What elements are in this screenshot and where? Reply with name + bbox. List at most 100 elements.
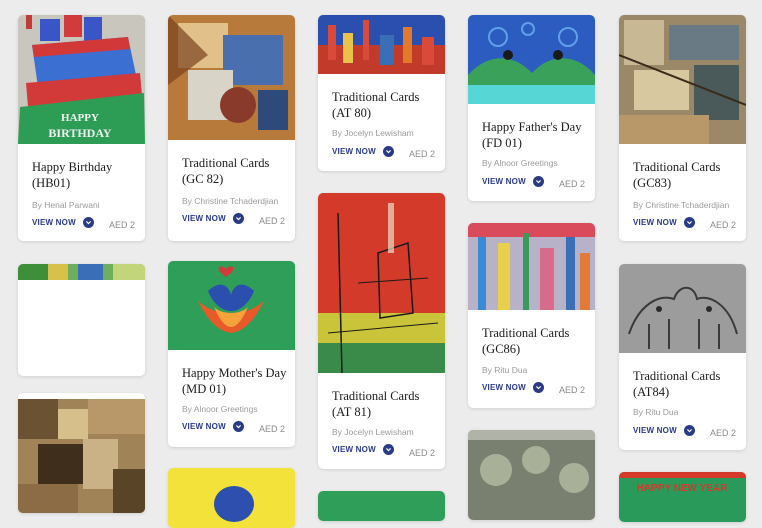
view-now-link[interactable]: VIEW NOW (182, 213, 244, 224)
card-title[interactable]: Happy Mother's Day (MD 01) (182, 365, 290, 397)
card-thumbnail[interactable] (619, 264, 746, 353)
artwork-new-year-text: HAPPY NEW YEAR (637, 483, 729, 494)
birthday-cake-artwork: HAPPY BIRTHDAY (18, 15, 145, 144)
product-card-partial-yellow[interactable] (168, 468, 295, 528)
streaked-artwork (468, 223, 595, 310)
product-card-partial-grey[interactable] (468, 430, 595, 520)
card-author: By Jocelyn Lewisham (332, 128, 414, 138)
card-thumbnail[interactable]: HAPPY BIRTHDAY (18, 15, 145, 144)
chevron-down-icon (232, 421, 244, 432)
card-title[interactable]: Happy Father's Day (FD 01) (482, 119, 590, 151)
card-title[interactable]: Traditional Cards (AT 81) (332, 388, 440, 420)
product-card-gc82[interactable]: Traditional Cards (GC 82) By Christine T… (168, 15, 295, 241)
product-card-md01[interactable]: Happy Mother's Day (MD 01) By Alnoor Gre… (168, 261, 295, 447)
lotus-artwork (168, 261, 295, 350)
card-thumbnail[interactable] (468, 223, 595, 310)
view-now-label: VIEW NOW (332, 445, 376, 454)
chevron-down-icon (683, 217, 695, 228)
product-card-at80[interactable]: Traditional Cards (AT 80) By Jocelyn Lew… (318, 15, 445, 171)
card-price: AED 2 (709, 220, 736, 230)
card-title[interactable]: Traditional Cards (GC86) (482, 325, 590, 357)
view-now-link[interactable]: VIEW NOW (633, 217, 695, 228)
product-card-new-year[interactable]: HAPPY NEW YEAR (619, 472, 746, 522)
card-price: AED 2 (709, 428, 736, 438)
card-thumbnail[interactable] (468, 430, 595, 520)
card-title[interactable]: Traditional Cards (GC83) (633, 159, 741, 191)
card-price: AED 2 (558, 179, 585, 189)
view-now-link[interactable]: VIEW NOW (182, 421, 244, 432)
chevron-down-icon (82, 217, 94, 228)
chevron-down-icon (683, 425, 695, 436)
abstract-artwork (168, 15, 295, 140)
view-now-link[interactable]: VIEW NOW (482, 176, 544, 187)
view-now-label: VIEW NOW (332, 147, 376, 156)
product-card-gc86[interactable]: Traditional Cards (GC86) By Ritu Dua VIE… (468, 223, 595, 408)
card-thumbnail[interactable] (18, 399, 145, 513)
mosaic-artwork (18, 399, 145, 513)
card-price: AED 2 (558, 385, 585, 395)
chevron-down-icon (382, 444, 394, 455)
product-card-partial-green[interactable] (318, 491, 445, 521)
view-now-link[interactable]: VIEW NOW (633, 425, 695, 436)
chevron-down-icon (382, 146, 394, 157)
product-card-loading[interactable] (18, 264, 145, 376)
view-now-label: VIEW NOW (482, 383, 526, 392)
view-now-link[interactable]: VIEW NOW (332, 146, 394, 157)
product-card-at81[interactable]: Traditional Cards (AT 81) By Jocelyn Lew… (318, 193, 445, 469)
horses-sketch-artwork (619, 264, 746, 353)
card-author: By Ritu Dua (633, 407, 679, 417)
card-thumbnail[interactable]: HAPPY NEW YEAR (619, 472, 746, 522)
card-price: AED 2 (408, 149, 435, 159)
card-author: By Henal Parwani (32, 200, 100, 210)
card-title[interactable]: Traditional Cards (AT84) (633, 368, 741, 400)
new-year-artwork: HAPPY NEW YEAR (619, 472, 746, 522)
artwork-strip (18, 264, 145, 280)
view-now-label: VIEW NOW (32, 218, 76, 227)
view-now-link[interactable]: VIEW NOW (332, 444, 394, 455)
card-thumbnail[interactable] (318, 491, 445, 521)
card-thumbnail[interactable] (619, 15, 746, 144)
card-title[interactable]: Traditional Cards (GC 82) (182, 155, 290, 187)
card-title[interactable]: Happy Birthday (HB01) (32, 159, 140, 191)
abstract-collage-artwork (619, 15, 746, 144)
card-price: AED 2 (108, 220, 135, 230)
card-thumbnail[interactable] (18, 264, 145, 280)
product-card-fd01[interactable]: Happy Father's Day (FD 01) By Alnoor Gre… (468, 15, 595, 201)
red-city-artwork (318, 193, 445, 373)
view-now-label: VIEW NOW (633, 218, 677, 227)
view-now-label: VIEW NOW (182, 214, 226, 223)
card-price: AED 2 (258, 424, 285, 434)
view-now-link[interactable]: VIEW NOW (482, 382, 544, 393)
view-now-link[interactable]: VIEW NOW (32, 217, 94, 228)
chevron-down-icon (232, 213, 244, 224)
view-now-label: VIEW NOW (482, 177, 526, 186)
card-thumbnail[interactable] (318, 15, 445, 74)
green-artwork (318, 491, 445, 521)
yellow-artwork (168, 468, 295, 528)
grey-textured-artwork (468, 430, 595, 520)
product-card-at84[interactable]: Traditional Cards (AT84) By Ritu Dua VIE… (619, 264, 746, 450)
artwork-birthday-text: BIRTHDAY (48, 126, 111, 140)
view-now-label: VIEW NOW (633, 426, 677, 435)
chevron-down-icon (532, 176, 544, 187)
product-card-gc83[interactable]: Traditional Cards (GC83) By Christine Tc… (619, 15, 746, 241)
chevron-down-icon (532, 382, 544, 393)
artwork-happy-text: HAPPY (61, 112, 99, 124)
card-author: By Christine Tchaderdjian (633, 200, 730, 210)
card-thumbnail[interactable] (318, 193, 445, 373)
product-card-hb01[interactable]: HAPPY BIRTHDAY Happy Birthday (HB01) By … (18, 15, 145, 241)
fathers-day-artwork (468, 15, 595, 104)
card-thumbnail[interactable] (168, 468, 295, 528)
card-author: By Jocelyn Lewisham (332, 427, 414, 437)
card-thumbnail[interactable] (168, 15, 295, 140)
card-author: By Ritu Dua (482, 365, 528, 375)
product-card-partial[interactable] (18, 393, 145, 513)
card-thumbnail[interactable] (468, 15, 595, 104)
card-price: AED 2 (258, 216, 285, 226)
card-thumbnail[interactable] (168, 261, 295, 350)
card-price: AED 2 (408, 448, 435, 458)
card-author: By Christine Tchaderdjian (182, 196, 279, 206)
card-title[interactable]: Traditional Cards (AT 80) (332, 89, 440, 121)
city-skyline-artwork (318, 15, 445, 74)
view-now-label: VIEW NOW (182, 422, 226, 431)
